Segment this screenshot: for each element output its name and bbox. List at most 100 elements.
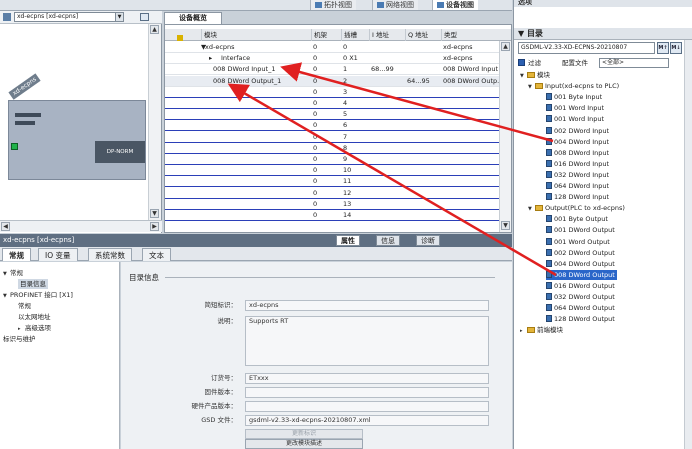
filter-icon[interactable]: [177, 35, 183, 41]
tree-item-input[interactable]: 032 DWord Input: [546, 170, 609, 180]
scroll-right-icon[interactable]: ▶: [150, 222, 159, 231]
table-row[interactable]: 008 DWord Output_1 0 2 64...95 008 DWord Out…: [165, 75, 511, 87]
tree-item-output[interactable]: 001 DWord Output: [546, 225, 615, 235]
tab-general[interactable]: 常规: [2, 248, 31, 261]
table-row[interactable]: 0 13: [165, 199, 511, 210]
filter-checkbox[interactable]: [518, 59, 525, 66]
nav-item[interactable]: 目录信息: [18, 279, 48, 289]
table-row[interactable]: 03: [165, 87, 511, 98]
expand-icon[interactable]: ▼: [528, 204, 535, 214]
tab-texts[interactable]: 文本: [142, 248, 171, 261]
tree-folder-front[interactable]: ▸ 前端模块: [520, 325, 563, 336]
tree-item-input[interactable]: 001 Word Input: [546, 103, 604, 113]
overview-toggle-icon[interactable]: [140, 13, 149, 21]
filter-row: 过滤 配置文件 <全部>: [518, 58, 688, 68]
tab-system-constants[interactable]: 系统常数: [88, 248, 132, 261]
tree-item-output[interactable]: 032 DWord Output: [546, 292, 615, 302]
tab-properties[interactable]: 属性: [336, 235, 360, 246]
device-canvas[interactable]: xd-ecpns DP-NORM: [0, 24, 148, 220]
update-id-button[interactable]: 更新标识: [245, 429, 363, 439]
table-row[interactable]: 0 11: [165, 176, 511, 188]
overview-vscroll[interactable]: ▲ ▼: [499, 41, 511, 232]
tree-item-input[interactable]: 004 DWord Input: [546, 137, 609, 147]
port-icon[interactable]: [11, 143, 18, 150]
catalog-search-input[interactable]: GSDML-V2.33-XD-ECPNS-20210807: [518, 42, 655, 54]
tree-folder-modules[interactable]: ▼ 模块: [520, 70, 550, 81]
graphic-vscroll[interactable]: ▲ ▼: [148, 24, 161, 220]
tree-item-input[interactable]: 002 DWord Input: [546, 126, 609, 136]
change-module-desc-button[interactable]: 更改模块描述: [245, 439, 363, 449]
scroll-up-icon[interactable]: ▲: [150, 25, 159, 34]
expand-icon[interactable]: ▼: [520, 71, 527, 81]
search-up-icon[interactable]: M↑: [657, 42, 669, 54]
tree-item-output[interactable]: 004 DWord Output: [546, 259, 615, 269]
nav-item[interactable]: ▼ PROFINET 接口 [X1]: [3, 290, 73, 301]
tree-folder-input[interactable]: ▼ Input(xd-ecpns to PLC): [528, 81, 619, 92]
tree-item-output[interactable]: 128 DWord Output: [546, 314, 615, 324]
table-row[interactable]: 07: [165, 132, 511, 143]
expand-icon[interactable]: ▼: [3, 291, 10, 301]
tab-network-view[interactable]: 网络视图: [372, 0, 418, 10]
table-row[interactable]: 05: [165, 109, 511, 121]
col-slot[interactable]: 插槽: [341, 29, 369, 41]
nav-item[interactable]: 以太网地址: [18, 312, 51, 322]
search-down-icon[interactable]: M↓: [670, 42, 682, 54]
device-select[interactable]: xd-ecpns [xd-ecpns] ▼: [14, 12, 124, 22]
graphic-hscroll[interactable]: ◀ ▶: [0, 220, 162, 232]
tab-topology-view[interactable]: 拓扑视图: [310, 0, 356, 10]
nav-item[interactable]: 标识与维护: [3, 334, 36, 344]
expand-icon[interactable]: ▸: [18, 324, 25, 334]
tree-item-output[interactable]: 002 DWord Output: [546, 248, 615, 258]
catalog-vscroll[interactable]: [684, 40, 692, 449]
table-row[interactable]: ▼ xd-ecpns 0 0 xd-ecpns: [165, 42, 511, 53]
config-select[interactable]: <全部>: [599, 58, 669, 68]
col-module[interactable]: 模块: [201, 29, 311, 41]
tab-device-view[interactable]: 设备视图: [432, 0, 478, 10]
nav-item[interactable]: ▸ 高级选项: [18, 323, 51, 334]
table-row[interactable]: 08: [165, 143, 511, 154]
tree-item-input[interactable]: 001 Byte Input: [546, 92, 602, 102]
expand-icon[interactable]: ▸: [209, 53, 212, 64]
tree-item-input[interactable]: 128 DWord Input: [546, 192, 609, 202]
tab-diagnostics[interactable]: 诊断: [416, 235, 440, 246]
table-row[interactable]: 04: [165, 98, 511, 109]
tree-item-input[interactable]: 016 DWord Input: [546, 159, 609, 169]
tree-item-input[interactable]: 064 DWord Input: [546, 181, 609, 191]
expand-icon[interactable]: ▼: [3, 269, 10, 279]
tree-item-output[interactable]: 001 Word Output: [546, 237, 610, 247]
table-row[interactable]: 008 DWord Input_1 0 1 68...99 008 DWord Inpu…: [165, 64, 511, 76]
expand-icon[interactable]: ▼: [528, 82, 535, 92]
tab-io-tags[interactable]: IO 变量: [38, 248, 78, 261]
tab-device-overview[interactable]: 设备概览: [164, 12, 222, 24]
tree-item-input[interactable]: 001 Word Input: [546, 114, 604, 124]
expand-icon[interactable]: ▸: [520, 326, 527, 336]
tab-info[interactable]: 信息: [376, 235, 400, 246]
col-rack[interactable]: 机架: [311, 29, 341, 41]
col-i-address[interactable]: I 地址: [369, 29, 405, 41]
scroll-down-icon[interactable]: ▼: [501, 221, 510, 230]
tree-folder-output[interactable]: ▼ Output(PLC to xd-ecpns): [528, 203, 625, 214]
tree-item-output[interactable]: 064 DWord Output: [546, 303, 615, 313]
device-rack[interactable]: DP-NORM: [8, 100, 146, 180]
table-row[interactable]: 09: [165, 154, 511, 165]
table-row[interactable]: ▸ Interface 0 0 X1 xd-ecpns: [165, 53, 511, 65]
tree-item-output[interactable]: 001 Byte Output: [546, 214, 608, 224]
catalog-title[interactable]: ▼ 目录: [514, 28, 692, 40]
table-row[interactable]: 0 10: [165, 165, 511, 177]
col-type[interactable]: 类型: [441, 29, 499, 41]
tree-item-output[interactable]: 016 DWord Output: [546, 281, 615, 291]
tree-item-output[interactable]: 008 DWord Output: [546, 269, 617, 280]
table-row[interactable]: 0 12: [165, 188, 511, 199]
module-icon: [546, 226, 552, 234]
device-module[interactable]: DP-NORM: [95, 141, 145, 163]
table-row[interactable]: 06: [165, 120, 511, 132]
scroll-left-icon[interactable]: ◀: [1, 222, 10, 231]
device-tool-icon[interactable]: [3, 13, 11, 21]
tree-item-input[interactable]: 008 DWord Input: [546, 148, 609, 158]
nav-item[interactable]: 常规: [18, 301, 31, 311]
scroll-down-icon[interactable]: ▼: [150, 209, 159, 218]
nav-item[interactable]: ▼ 常规: [3, 268, 23, 279]
col-q-address[interactable]: Q 地址: [405, 29, 441, 41]
scroll-up-icon[interactable]: ▲: [501, 42, 510, 51]
table-row[interactable]: 0 14: [165, 210, 511, 221]
